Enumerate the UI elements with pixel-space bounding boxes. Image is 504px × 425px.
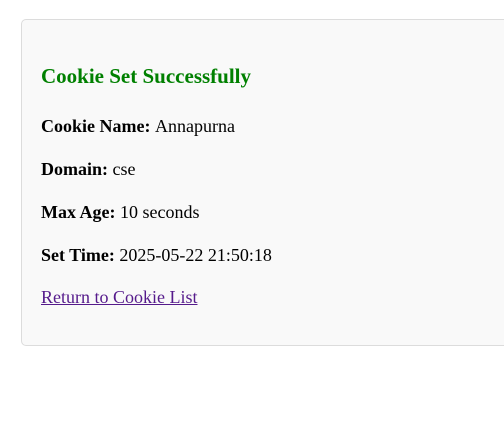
cookie-name-row: Cookie Name: Annapurna	[41, 115, 235, 137]
cookie-name-label: Cookie Name:	[41, 116, 155, 136]
set-time-value: 2025-05-22 21:50:18	[119, 245, 272, 265]
set-time-label: Set Time:	[41, 245, 120, 265]
domain-row: Domain: cse	[41, 158, 135, 180]
domain-label: Domain:	[41, 159, 113, 179]
max-age-value: 10 seconds	[119, 202, 200, 222]
cookie-name-value: Annapurna	[154, 116, 235, 136]
domain-value: cse	[112, 159, 136, 179]
set-time-row: Set Time: 2025-05-22 21:50:18	[41, 244, 272, 266]
return-to-cookie-list-link[interactable]: Return to Cookie List	[41, 286, 198, 308]
max-age-row: Max Age: 10 seconds	[41, 201, 199, 223]
max-age-label: Max Age:	[41, 202, 120, 222]
cookie-result-card: Cookie Set Successfully Cookie Name: Ann…	[21, 19, 504, 346]
page-title: Cookie Set Successfully	[41, 64, 251, 88]
